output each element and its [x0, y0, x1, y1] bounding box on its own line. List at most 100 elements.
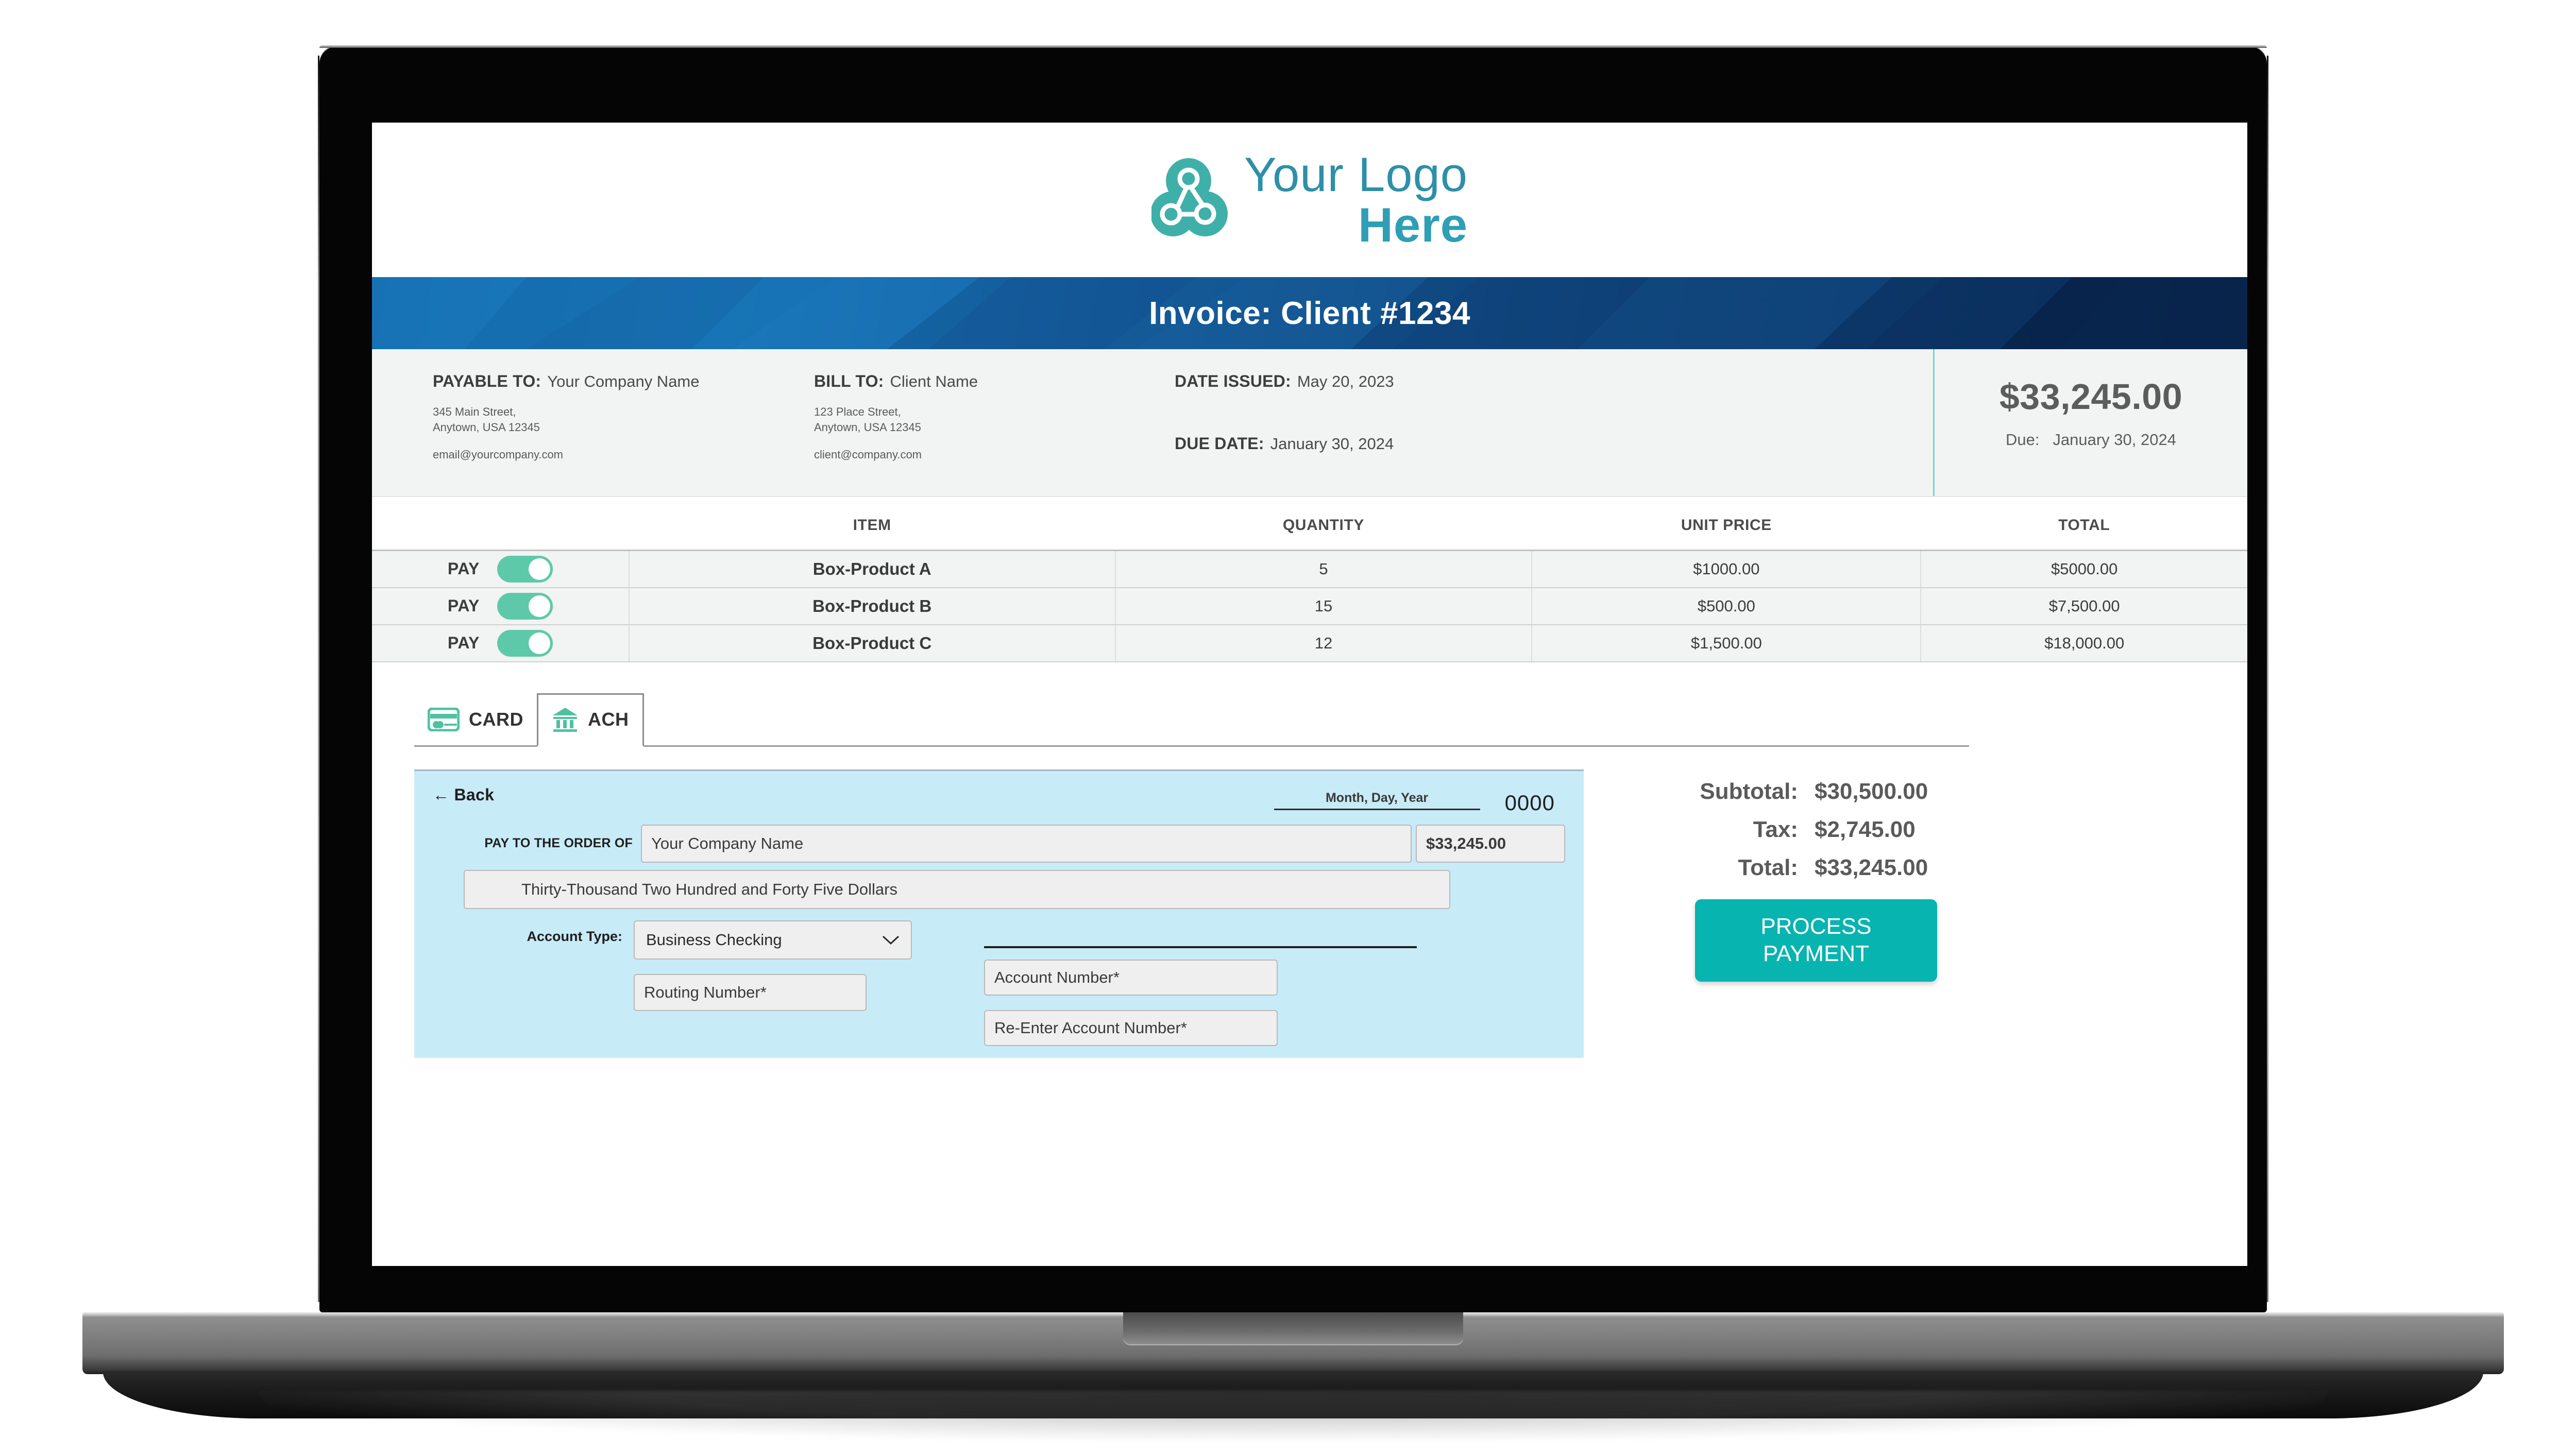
logo-wrap: Your Logo Here — [1151, 150, 1468, 249]
pay-to-order-label: PAY TO THE ORDER OF — [484, 836, 633, 850]
logo-header: Your Logo Here — [372, 123, 2247, 277]
toggle-knob — [528, 632, 550, 654]
account-type-value: Business Checking — [646, 930, 782, 949]
process-payment-line-1: PROCESS — [1760, 913, 1872, 939]
tax-value: $2,745.00 — [1815, 816, 1916, 842]
column-header-unit-price: UNIT PRICE — [1532, 497, 1921, 551]
total-label: Total: — [1738, 854, 1799, 880]
subtotal-label: Subtotal: — [1700, 778, 1798, 804]
table-row: PAY Box-Product A 5 $1000.00 $5000.00 — [372, 550, 2247, 588]
check-amount-box[interactable]: $33,245.00 — [1416, 824, 1565, 863]
table-header-row: ITEM QUANTITY UNIT PRICE TOTAL — [372, 497, 2247, 551]
check-date-placeholder: Month, Day, Year — [1325, 790, 1429, 805]
bill-to-label: BILL TO: — [814, 372, 884, 390]
due-date-value: January 30, 2024 — [1270, 435, 1394, 453]
pay-to-input[interactable]: Your Company Name — [641, 824, 1412, 863]
bill-to-block: BILL TO: Client Name 123 Place Street, A… — [814, 372, 1175, 496]
payment-method-tabs: CARD ACH — [372, 689, 2247, 747]
tab-ach-label: ACH — [588, 708, 629, 730]
tab-card[interactable]: CARD — [414, 693, 537, 747]
check-date-field[interactable]: Month, Day, Year — [1274, 791, 1480, 810]
column-header-item: ITEM — [629, 497, 1115, 551]
totals-summary: Subtotal: $30,500.00 Tax: $2,745.00 Tota… — [1584, 769, 2202, 1058]
pay-toggle[interactable] — [497, 555, 553, 583]
due-prefix: Due: — [2006, 431, 2040, 449]
column-header-total: TOTAL — [1921, 497, 2247, 551]
bill-to-email: client@company.com — [814, 448, 922, 461]
back-button-label: Back — [454, 785, 495, 804]
item-total: $5000.00 — [1921, 550, 2247, 588]
routing-number-input[interactable]: Routing Number* — [634, 973, 867, 1011]
toggle-knob — [528, 558, 550, 580]
summary-row-subtotal: Subtotal: $30,500.00 — [1628, 779, 2202, 804]
company-logo-icon — [1151, 158, 1228, 236]
account-type-select[interactable]: Business Checking — [634, 920, 912, 960]
routing-number-placeholder: Routing Number* — [644, 983, 767, 1001]
payment-body: ← Back Month, Day, Year 0000 PAY TO THE … — [372, 747, 2247, 1058]
payable-to-value: Your Company Name — [547, 372, 700, 390]
pay-toggle-cell: PAY — [372, 550, 630, 588]
account-number-placeholder: Account Number* — [994, 968, 1120, 986]
payable-email: email@yourcompany.com — [433, 448, 564, 461]
pay-toggle-cell: PAY — [372, 624, 630, 662]
chevron-down-icon — [882, 935, 900, 945]
date-issued-value: May 20, 2023 — [1297, 372, 1394, 390]
account-number-confirm-placeholder: Re-Enter Account Number* — [994, 1018, 1187, 1037]
payment-section: CARD ACH ← Back Month, Day, Year 0000 PA… — [372, 662, 2247, 1058]
item-quantity: 5 — [1115, 550, 1533, 588]
pay-label: PAY — [447, 559, 480, 578]
account-details-row: Account Type: Business Checking Routing … — [433, 920, 1565, 1046]
tab-ach[interactable]: ACH — [537, 693, 644, 747]
table-row: PAY Box-Product C 12 $1,500.00 $18,000.0… — [372, 624, 2247, 662]
pay-to-value: Your Company Name — [651, 834, 804, 852]
item-name: Box-Product A — [629, 550, 1116, 588]
payable-to-address: 345 Main Street, Anytown, USA 12345 — [433, 404, 814, 435]
account-number-confirm-input[interactable]: Re-Enter Account Number* — [984, 1009, 1278, 1046]
total-value: $33,245.00 — [1815, 854, 1928, 880]
account-type-label: Account Type: — [527, 928, 622, 944]
account-number-input[interactable]: Account Number* — [984, 959, 1278, 996]
laptop-shadow — [258, 1391, 2329, 1440]
item-unit-price: $1000.00 — [1532, 550, 1922, 588]
bill-to-value: Client Name — [890, 372, 978, 390]
column-header-quantity: QUANTITY — [1115, 497, 1532, 551]
signature-line — [984, 925, 1417, 948]
item-unit-price: $1,500.00 — [1532, 624, 1922, 662]
pay-toggle[interactable] — [497, 629, 553, 657]
logo-text: Your Logo Here — [1244, 150, 1468, 249]
billto-address-line-1: 123 Place Street, — [814, 405, 901, 418]
account-right-column: Account Number* Re-Enter Account Number* — [969, 920, 1417, 1046]
process-payment-line-2: PAYMENT — [1762, 940, 1870, 966]
screenshot-stage: Your Logo Here Invoice: Client #1234 PAY… — [0, 0, 2576, 1455]
item-total: $7,500.00 — [1921, 587, 2247, 625]
payable-to-label: PAYABLE TO: — [433, 372, 541, 390]
amount-due-block: $33,245.00 Due: January 30, 2024 — [1933, 349, 2247, 496]
item-quantity: 15 — [1115, 587, 1533, 625]
pay-label: PAY — [447, 634, 480, 652]
logo-line-1: Your Logo — [1244, 147, 1468, 201]
subtotal-value: $30,500.00 — [1815, 778, 1928, 804]
credit-card-icon — [428, 707, 460, 731]
tab-card-label: CARD — [469, 708, 523, 730]
check-top-row: ← Back Month, Day, Year 0000 — [433, 785, 1565, 815]
table-row: PAY Box-Product B 15 $500.00 $7,500.00 — [372, 587, 2247, 625]
pay-toggle[interactable] — [497, 592, 553, 620]
payable-address-line-1: 345 Main Street, — [433, 405, 516, 418]
item-name: Box-Product B — [629, 587, 1116, 625]
process-payment-button[interactable]: PROCESS PAYMENT — [1695, 899, 1937, 982]
amount-words-input[interactable]: Thirty-Thousand Two Hundred and Forty Fi… — [464, 869, 1450, 909]
back-button[interactable]: ← Back — [433, 785, 494, 804]
amount-words-row: Thirty-Thousand Two Hundred and Forty Fi… — [433, 869, 1565, 909]
payable-address-line-2: Anytown, USA 12345 — [433, 420, 540, 434]
toggle-knob — [528, 595, 550, 617]
invoice-dates-block: DATE ISSUED: May 20, 2023 DUE DATE: Janu… — [1175, 372, 1556, 496]
tax-label: Tax: — [1753, 816, 1798, 842]
amount-due-date: Due: January 30, 2024 — [2006, 431, 2176, 449]
laptop-lid-right-edge — [2267, 56, 2268, 1302]
account-left-column: Business Checking Routing Number* — [634, 920, 969, 1011]
page-title: Invoice: Client #1234 — [1149, 295, 1470, 331]
pay-label: PAY — [447, 596, 480, 615]
invoice-meta: PAYABLE TO: Your Company Name 345 Main S… — [372, 349, 2247, 497]
laptop-base — [82, 1312, 2504, 1374]
tabs-underline — [414, 745, 1969, 747]
